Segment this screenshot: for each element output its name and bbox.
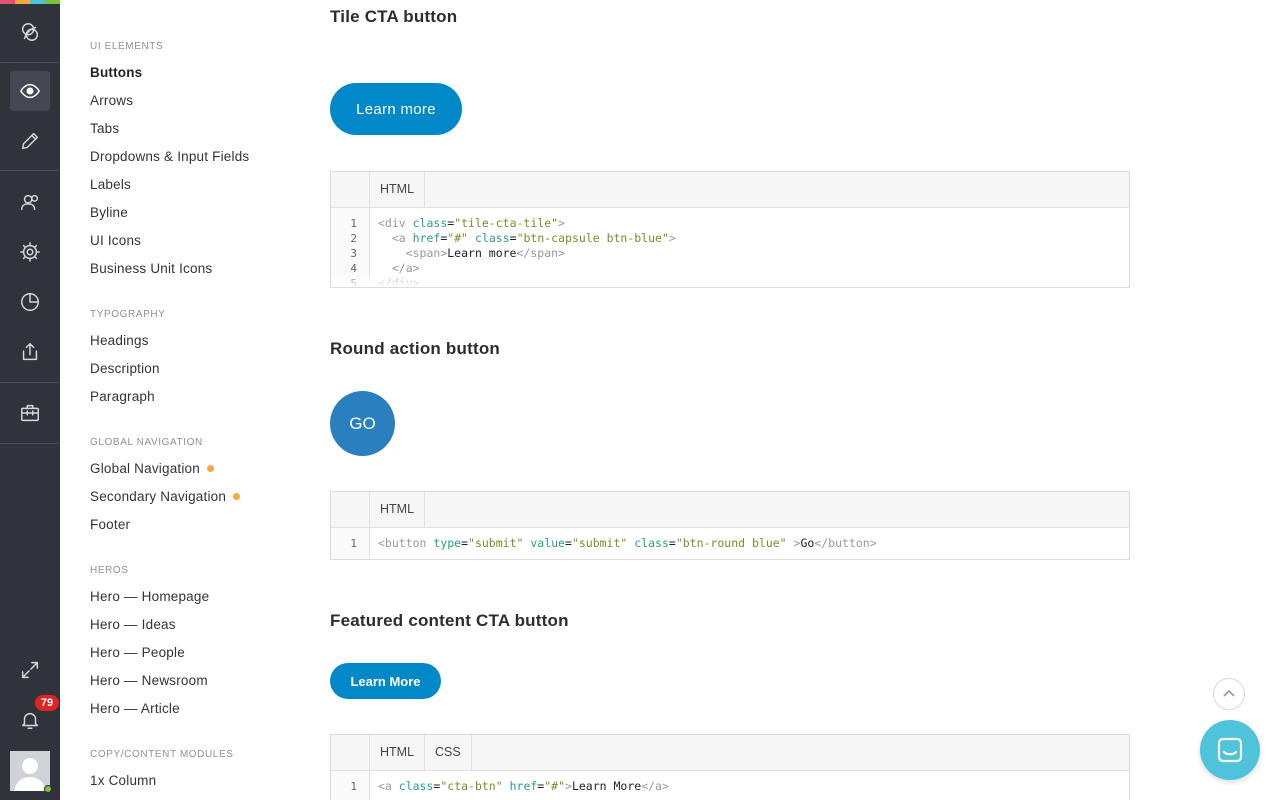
nav-group-title-copy-content-modules: COPY/CONTENT MODULES	[90, 749, 234, 760]
tab-html[interactable]: HTML	[370, 172, 426, 207]
learn-more-cta-button[interactable]: Learn More	[330, 663, 441, 699]
new-indicator-dot	[233, 493, 241, 500]
styleguide-nav: UI ELEMENTS Buttons Arrows Tabs Dropdown…	[60, 0, 300, 800]
nav-item-paragraph[interactable]: Paragraph	[90, 389, 155, 404]
code-snippet-tile-cta: HTML 1 2 3 4 5 <div class="tile-cta-tile…	[330, 171, 1130, 288]
people-icon[interactable]	[0, 178, 60, 226]
learn-more-capsule-button[interactable]: Learn more	[330, 83, 462, 135]
nav-item-description[interactable]: Description	[90, 361, 160, 376]
nav-group-title-global-navigation: GLOBAL NAVIGATION	[90, 437, 203, 448]
nav-item-headings[interactable]: Headings	[90, 333, 149, 348]
eye-icon[interactable]	[0, 67, 60, 115]
gear-icon[interactable]	[0, 228, 60, 276]
code-body[interactable]: 1 2 3 4 5 <div class="tile-cta-tile"> <a…	[331, 208, 1129, 287]
section-title-round-action: Round action button	[330, 339, 500, 358]
tab-html[interactable]: HTML	[370, 735, 426, 770]
nav-item-business-unit-icons[interactable]: Business Unit Icons	[90, 261, 212, 276]
chat-launcher-button[interactable]	[1200, 720, 1260, 780]
chevron-up-icon	[1223, 689, 1235, 697]
line-numbers: 1	[331, 528, 370, 559]
notification-badge: 79	[35, 695, 59, 711]
briefcase-icon[interactable]	[0, 389, 60, 437]
new-indicator-dot	[206, 465, 214, 472]
nav-item-1x-column[interactable]: 1x Column	[90, 773, 156, 788]
code-tabs: HTML CSS	[331, 735, 1129, 771]
nav-item-hero-newsroom[interactable]: Hero — Newsroom	[90, 673, 208, 688]
chat-icon	[1217, 737, 1243, 763]
app-rail: 79	[0, 0, 60, 800]
nav-item-byline[interactable]: Byline	[90, 205, 128, 220]
nav-item-hero-homepage[interactable]: Hero — Homepage	[90, 589, 209, 604]
scroll-to-top-button[interactable]	[1213, 678, 1245, 710]
nav-item-secondary-navigation[interactable]: Secondary Navigation	[90, 489, 241, 504]
nav-item-arrows[interactable]: Arrows	[90, 93, 133, 108]
section-title-featured-cta: Featured content CTA button	[330, 611, 569, 630]
code-tabs: HTML	[331, 492, 1129, 528]
nav-item-footer[interactable]: Footer	[90, 517, 130, 532]
expand-icon[interactable]	[0, 646, 60, 694]
section-title-tile-cta: Tile CTA button	[330, 7, 458, 26]
code-lines: <button type="submit" value="submit" cla…	[378, 536, 877, 550]
code-snippet-featured-cta: HTML CSS 1 <a class="cta-btn" href="#">L…	[330, 734, 1130, 800]
upload-icon[interactable]	[0, 328, 60, 376]
nav-item-hero-people[interactable]: Hero — People	[90, 645, 185, 660]
code-lines: <a class="cta-btn" href="#">Learn More</…	[378, 779, 669, 793]
code-snippet-round-action: HTML 1 <button type="submit" value="subm…	[330, 491, 1130, 560]
nav-item-buttons[interactable]: Buttons	[90, 65, 142, 80]
avatar[interactable]	[10, 751, 50, 791]
tab-css[interactable]: CSS	[425, 735, 472, 770]
go-round-button[interactable]: GO	[330, 391, 395, 456]
nav-item-hero-ideas[interactable]: Hero — Ideas	[90, 617, 176, 632]
tab-html[interactable]: HTML	[370, 492, 426, 527]
nav-group-title-heros: HEROS	[90, 565, 129, 576]
nav-item-tabs[interactable]: Tabs	[90, 121, 119, 136]
online-status-dot	[44, 785, 52, 793]
nav-item-ui-icons[interactable]: UI Icons	[90, 233, 141, 248]
code-tabs: HTML	[331, 172, 1129, 208]
nav-item-hero-article[interactable]: Hero — Article	[90, 701, 180, 716]
nav-item-label: Secondary Navigation	[90, 489, 227, 504]
brand-stripe	[0, 0, 60, 4]
nav-item-dropdowns[interactable]: Dropdowns & Input Fields	[90, 149, 249, 164]
nav-group-title-ui-elements: UI ELEMENTS	[90, 41, 164, 52]
pencil-icon[interactable]	[0, 117, 60, 165]
code-body[interactable]: 1 <a class="cta-btn" href="#">Learn More…	[331, 771, 1129, 800]
clock-icon[interactable]	[0, 278, 60, 326]
nav-item-global-navigation[interactable]: Global Navigation	[90, 461, 214, 476]
nav-group-title-typography: TYPOGRAPHY	[90, 309, 166, 320]
nav-item-label: Global Navigation	[90, 461, 200, 476]
line-numbers: 1	[331, 771, 370, 800]
nav-item-labels[interactable]: Labels	[90, 177, 131, 192]
logo-icon[interactable]	[0, 8, 60, 56]
code-body[interactable]: 1 <button type="submit" value="submit" c…	[331, 528, 1129, 559]
